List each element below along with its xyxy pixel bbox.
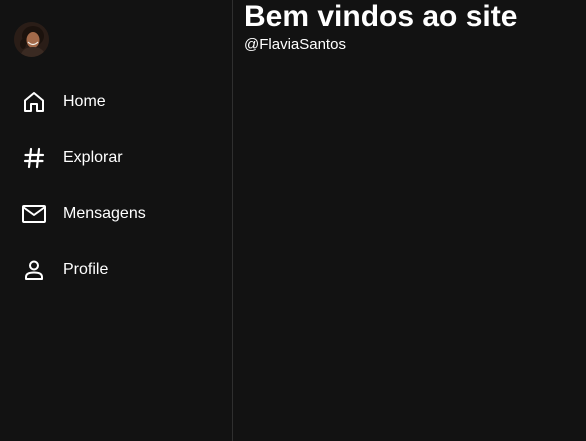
username: @FlaviaSantos xyxy=(244,36,346,53)
sidebar-nav: Home Explorar Mensagens Profile xyxy=(0,74,232,298)
sidebar: Home Explorar Mensagens Profile xyxy=(0,0,233,441)
avatar[interactable] xyxy=(14,22,49,57)
envelope-icon xyxy=(21,201,47,227)
sidebar-item-profile[interactable]: Profile xyxy=(0,242,232,298)
sidebar-item-explorar[interactable]: Explorar xyxy=(0,130,232,186)
sidebar-item-label: Profile xyxy=(63,261,109,278)
sidebar-item-home[interactable]: Home xyxy=(0,74,232,130)
sidebar-item-label: Mensagens xyxy=(63,205,146,222)
sidebar-item-mensagens[interactable]: Mensagens xyxy=(0,186,232,242)
sidebar-item-label: Home xyxy=(63,93,106,110)
sidebar-item-label: Explorar xyxy=(63,149,123,166)
home-icon xyxy=(21,89,47,115)
hashtag-icon xyxy=(21,145,47,171)
main-content: Bem vindos ao site @FlaviaSantos xyxy=(234,0,586,441)
person-icon xyxy=(21,257,47,283)
page-title: Bem vindos ao site xyxy=(244,0,518,33)
avatar-image xyxy=(14,22,49,57)
